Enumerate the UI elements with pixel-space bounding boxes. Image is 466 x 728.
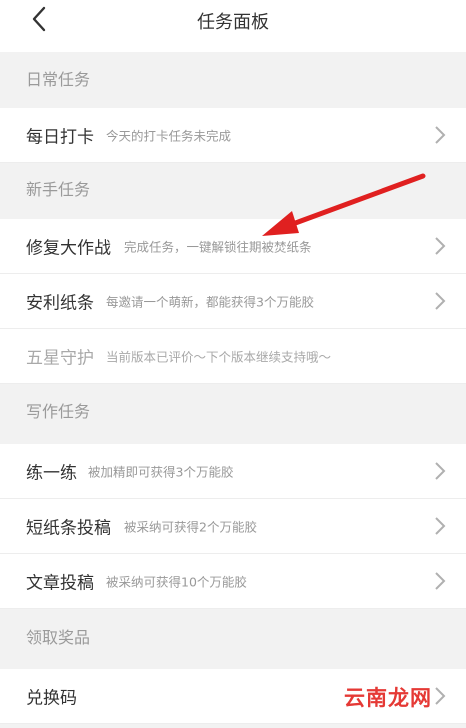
task-desc: 今天的打卡任务未完成	[106, 128, 232, 144]
task-title: 安利纸条	[26, 293, 94, 314]
task-desc: 被采纳可获得2个万能胶	[124, 519, 257, 535]
task-row-practice[interactable]: 练一练 被加精即可获得3个万能胶	[0, 444, 466, 499]
task-title: 每日打卡	[26, 127, 94, 148]
section-header-rewards: 领取奖品	[0, 630, 466, 666]
task-row-article-submit[interactable]: 文章投稿 被采纳可获得10个万能胶	[0, 554, 466, 609]
task-title: 兑换码	[26, 688, 77, 709]
watermark-logo: 云南龙网	[344, 685, 432, 710]
page-title: 任务面板	[197, 12, 269, 33]
chevron-right-icon	[435, 687, 446, 705]
task-title: 短纸条投稿	[26, 518, 111, 539]
task-row-recommend-notes[interactable]: 安利纸条 每邀请一个萌新，都能获得3个万能胶	[0, 274, 466, 329]
chevron-right-icon	[435, 462, 446, 480]
section-title: 新手任务	[26, 180, 91, 199]
task-title: 修复大作战	[26, 238, 111, 259]
task-title: 练一练	[26, 463, 77, 484]
task-desc: 被采纳可获得10个万能胶	[106, 574, 247, 590]
section-header-writing: 写作任务	[0, 404, 466, 440]
header-bar: 任务面板	[0, 0, 466, 52]
task-row-short-note-submit[interactable]: 短纸条投稿 被采纳可获得2个万能胶	[0, 499, 466, 554]
task-desc: 每邀请一个萌新，都能获得3个万能胶	[106, 294, 314, 310]
task-title: 文章投稿	[26, 573, 94, 594]
chevron-right-icon	[435, 126, 446, 144]
task-desc: 完成任务，一键解锁往期被焚纸条	[124, 239, 312, 255]
task-desc: 被加精即可获得3个万能胶	[88, 464, 234, 480]
section-title: 领取奖品	[26, 628, 91, 647]
section-header-newbie: 新手任务	[0, 182, 466, 218]
task-desc: 当前版本已评价～下个版本继续支持哦～	[106, 349, 332, 365]
section-title: 写作任务	[26, 402, 91, 421]
chevron-right-icon	[435, 572, 446, 590]
chevron-right-icon	[435, 292, 446, 310]
section-header-daily: 日常任务	[0, 72, 466, 108]
task-row-repair-battle[interactable]: 修复大作战 完成任务，一键解锁往期被焚纸条	[0, 219, 466, 274]
task-row-five-star: 五星守护 当前版本已评价～下个版本继续支持哦～	[0, 329, 466, 384]
task-row-daily-checkin[interactable]: 每日打卡 今天的打卡任务未完成	[0, 108, 466, 163]
chevron-right-icon	[435, 517, 446, 535]
section-title: 日常任务	[26, 70, 91, 89]
task-title: 五星守护	[26, 348, 94, 369]
chevron-right-icon	[435, 237, 446, 255]
